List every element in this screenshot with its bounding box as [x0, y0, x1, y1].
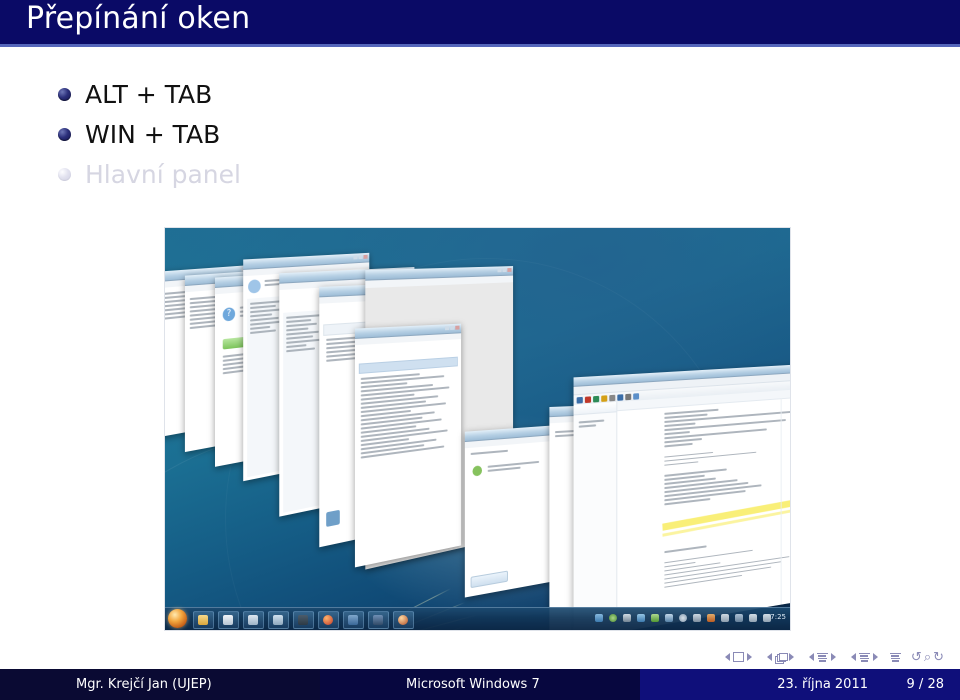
bluetooth-icon[interactable]: [665, 614, 673, 622]
nav-group-subsection[interactable]: [806, 653, 839, 662]
slide-footer: Mgr. Krejčí Jan (UJEP) Microsoft Windows…: [0, 669, 960, 700]
list-item: WIN + TAB: [58, 114, 578, 154]
taskbar-item[interactable]: [343, 611, 364, 629]
footer-date: 23. října 2011: [777, 677, 868, 692]
signal-icon[interactable]: [749, 614, 757, 622]
desktop-wallpaper: ? 7:25: [165, 228, 790, 630]
forward-icon[interactable]: ↻: [933, 651, 944, 664]
section-bars-icon[interactable]: [859, 653, 870, 662]
bug-icon[interactable]: [735, 614, 743, 622]
subsection-bars-icon[interactable]: [817, 653, 828, 662]
bullet-dot-icon: [58, 88, 71, 101]
bullet-label: WIN + TAB: [85, 120, 220, 149]
frames-icon[interactable]: [775, 653, 786, 662]
windows-taskbar[interactable]: 7:25: [165, 607, 790, 630]
bullet-label: ALT + TAB: [85, 80, 212, 109]
windows-start-orb-icon[interactable]: [168, 609, 187, 628]
prev-subsection-icon[interactable]: [809, 653, 814, 661]
slide-square-icon[interactable]: [733, 652, 744, 662]
next-slide-icon[interactable]: [747, 653, 752, 661]
flag-icon[interactable]: [721, 614, 729, 622]
nav-group-history[interactable]: ↺ ⌕ ↻: [910, 651, 945, 664]
slide-title-bar: Přepínání oken: [0, 0, 960, 44]
footer-author-cell: Mgr. Krejčí Jan (UJEP): [0, 669, 320, 700]
prev-frame-icon[interactable]: [767, 653, 772, 661]
network-icon[interactable]: [595, 614, 603, 622]
beamer-navigation[interactable]: ↺ ⌕ ↻: [722, 648, 954, 666]
taskbar-item[interactable]: [368, 611, 389, 629]
bullet-list: ALT + TAB WIN + TAB Hlavní panel: [58, 74, 578, 194]
taskbar-item[interactable]: [318, 611, 339, 629]
prev-section-icon[interactable]: [851, 653, 856, 661]
search-icon[interactable]: ⌕: [924, 651, 931, 664]
footer-subject-cell: Microsoft Windows 7: [320, 669, 640, 700]
footer-meta-cell: 23. října 2011 9 / 28: [640, 669, 960, 700]
nav-group-frame[interactable]: [764, 653, 797, 662]
page-title: Přepínání oken: [26, 1, 250, 36]
footer-author: Mgr. Krejčí Jan (UJEP): [76, 677, 212, 692]
prev-slide-icon[interactable]: [725, 653, 730, 661]
battery-icon[interactable]: [651, 614, 659, 622]
folder-icon[interactable]: [707, 614, 715, 622]
bullet-dot-icon: [58, 168, 71, 181]
bullet-label: Hlavní panel: [85, 160, 241, 189]
taskbar-item[interactable]: [293, 611, 314, 629]
list-icon[interactable]: [693, 614, 701, 622]
list-item: ALT + TAB: [58, 74, 578, 114]
document-bars-icon[interactable]: [890, 653, 901, 662]
clock-icon[interactable]: [679, 614, 687, 622]
flip3d-window[interactable]: [355, 324, 461, 568]
slide-root: Přepínání oken ALT + TAB WIN + TAB Hlavn…: [0, 0, 960, 700]
shield-icon[interactable]: [609, 614, 617, 622]
next-subsection-icon[interactable]: [831, 653, 836, 661]
next-section-icon[interactable]: [873, 653, 878, 661]
footer-page-number: 9 / 28: [907, 677, 944, 692]
footer-subject: Microsoft Windows 7: [406, 677, 540, 692]
monitor-icon[interactable]: [623, 614, 631, 622]
flip3d-window-front[interactable]: [574, 363, 790, 630]
taskbar-item[interactable]: [193, 611, 214, 629]
taskbar-item[interactable]: [268, 611, 289, 629]
next-frame-icon[interactable]: [789, 653, 794, 661]
list-item-dimmed: Hlavní panel: [58, 154, 578, 194]
bullet-dot-icon: [58, 128, 71, 141]
taskbar-item[interactable]: [218, 611, 239, 629]
taskbar-item[interactable]: [243, 611, 264, 629]
nav-group-section[interactable]: [848, 653, 881, 662]
title-divider: [0, 44, 960, 47]
screenshot-figure: ? 7:25: [165, 228, 790, 630]
taskbar-item[interactable]: [393, 611, 414, 629]
nav-group-slide[interactable]: [722, 652, 755, 662]
sync-icon[interactable]: [637, 614, 645, 622]
taskbar-clock[interactable]: 7:25: [770, 613, 786, 621]
back-icon[interactable]: ↺: [911, 651, 922, 664]
nav-group-document[interactable]: [890, 653, 901, 662]
